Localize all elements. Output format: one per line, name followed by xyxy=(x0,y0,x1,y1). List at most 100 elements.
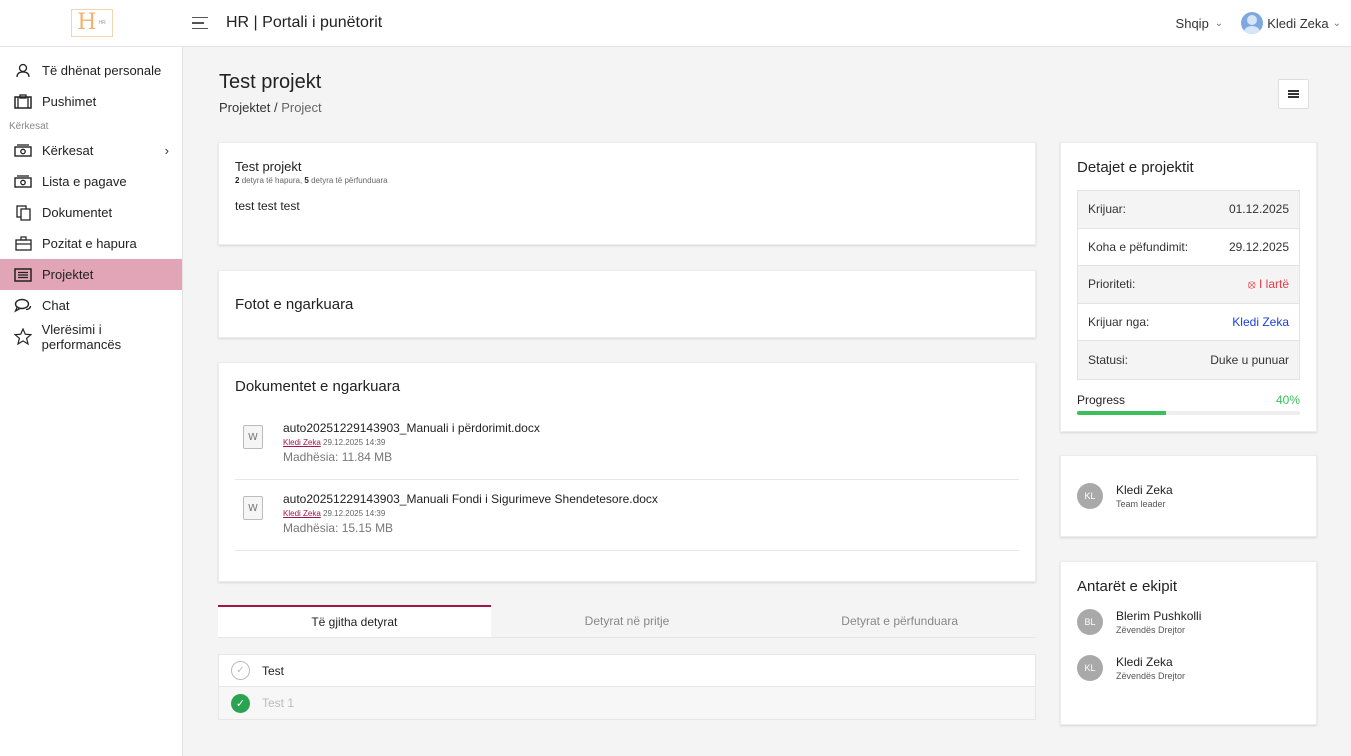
page-title: Test projekt xyxy=(219,71,322,93)
detail-value: 01.12.2025 xyxy=(1228,202,1289,217)
detail-value: Duke u punuar xyxy=(1210,353,1289,368)
person-name: Blerim Pushkolli xyxy=(1116,609,1202,623)
user-menu[interactable]: Kledi Zeka ⌄ xyxy=(1241,12,1341,34)
tab-completed-tasks[interactable]: Detyrat e përfunduara xyxy=(763,605,1036,637)
project-details-card: Detajet e projektit Krijuar: 01.12.2025 … xyxy=(1060,142,1317,432)
sidebar-item-label: Projektet xyxy=(42,267,94,282)
sidebar-item-label: Vlerësimi i performancës xyxy=(41,321,122,352)
sidebar-item-label: Pozitat e hapura xyxy=(42,236,137,251)
sidebar-item-requests[interactable]: Kërkesat › xyxy=(0,135,182,166)
check-circle-filled-icon[interactable]: ✓ xyxy=(231,693,250,713)
breadcrumb-parent[interactable]: Projektet xyxy=(219,100,270,115)
detail-label: Krijuar: xyxy=(1088,202,1127,217)
document-meta: Kledi Zeka 29.12.2025 14:39 xyxy=(283,509,658,518)
document-name[interactable]: auto20251229143903_Manuali i përdorimit.… xyxy=(283,421,540,435)
detail-row-created-by: Krijuar nga: Kledi Zeka xyxy=(1078,304,1299,342)
avatar: BL xyxy=(1077,609,1103,635)
creator-link[interactable]: Kledi Zeka xyxy=(1232,315,1289,329)
detail-label: Krijuar nga: xyxy=(1088,315,1150,330)
detail-row-created: Krijuar: 01.12.2025 xyxy=(1078,191,1299,229)
open-task-count: 2 xyxy=(235,176,240,185)
detail-row-status: Statusi: Duke u punuar xyxy=(1078,341,1299,379)
avatar: KL xyxy=(1077,483,1103,509)
breadcrumb-separator: / xyxy=(273,100,278,115)
sidebar-item-documents[interactable]: Dokumentet xyxy=(0,197,182,228)
chevron-down-icon: ⌄ xyxy=(1332,17,1341,29)
progress-bar xyxy=(1077,410,1300,415)
person-role: Team leader xyxy=(1116,499,1166,509)
document-author-link[interactable]: Kledi Zeka xyxy=(283,438,321,447)
task-label: Test 1 xyxy=(262,696,295,710)
priority-value: ⦻ I lartë xyxy=(1248,277,1289,292)
alert-circle-icon: ⦻ xyxy=(1247,276,1256,291)
money-icon xyxy=(13,173,33,191)
team-members-heading: Antarët e ekipit xyxy=(1077,578,1178,595)
person-name: Kledi Zeka xyxy=(1116,483,1173,497)
team-member[interactable]: BL Blerim Pushkolli Zëvendës Drejtor xyxy=(1077,609,1300,635)
menu-icon xyxy=(1288,90,1299,98)
done-task-label: detyra të përfunduara xyxy=(311,176,388,185)
logo-mark: H HR xyxy=(70,9,113,37)
sidebar-item-personal-data[interactable]: Të dhënat personale xyxy=(0,55,182,86)
uploaded-photos-card: Fotot e ngarkuara xyxy=(218,270,1036,338)
document-name[interactable]: auto20251229143903_Manuali Fondi i Sigur… xyxy=(283,492,658,506)
team-leader-card: KL Kledi Zeka Team leader xyxy=(1060,455,1317,537)
progress-value: 40% xyxy=(1275,392,1300,407)
sidebar-section-requests: Kërkesat xyxy=(9,120,49,132)
team-leader[interactable]: KL Kledi Zeka Team leader xyxy=(1077,483,1173,509)
document-date: 29.12.2025 14:39 xyxy=(323,509,386,518)
sidebar-item-chat[interactable]: Chat xyxy=(0,290,182,321)
task-tabs: Të gjitha detyrat Detyrat në pritje Dety… xyxy=(218,605,1036,638)
document-author-link[interactable]: Kledi Zeka xyxy=(283,509,321,518)
briefcase-open-icon xyxy=(13,235,33,253)
list-item[interactable]: ✓ Test 1 xyxy=(219,687,1035,719)
sidebar-item-open-positions[interactable]: Pozitat e hapura xyxy=(0,228,182,259)
sidebar-item-payroll[interactable]: Lista e pagave xyxy=(0,166,182,197)
person-name: Kledi Zeka xyxy=(1116,655,1173,669)
detail-row-priority: Prioriteti: ⦻ I lartë xyxy=(1078,266,1299,304)
team-member[interactable]: KL Kledi Zeka Zëvendës Drejtor xyxy=(1077,655,1300,681)
uploaded-documents-heading: Dokumentet e ngarkuara xyxy=(235,378,401,395)
person-role: Zëvendës Drejtor xyxy=(1116,671,1186,681)
detail-label: Statusi: xyxy=(1088,353,1129,368)
sidebar-item-label: Pushimet xyxy=(42,94,97,109)
sidebar: Të dhënat personale Pushimet Kërkesat Kë… xyxy=(0,47,183,756)
word-file-icon: W xyxy=(243,496,263,520)
project-task-stats: 2 detyra të hapura, 5 detyra të përfundu… xyxy=(235,176,1019,185)
money-icon xyxy=(13,142,33,160)
avatar xyxy=(1241,12,1264,34)
sidebar-item-leave[interactable]: Pushimet xyxy=(0,86,182,117)
tab-all-tasks[interactable]: Të gjitha detyrat xyxy=(218,605,491,637)
actions-menu-button[interactable] xyxy=(1278,79,1309,109)
briefcase-icon xyxy=(13,93,33,111)
sidebar-item-label: Dokumentet xyxy=(42,205,113,220)
detail-row-deadline: Koha e pëfundimit: 29.12.2025 xyxy=(1078,229,1299,267)
tab-pending-tasks[interactable]: Detyrat në pritje xyxy=(491,605,764,637)
star-icon xyxy=(13,328,33,346)
document-item[interactable]: W auto20251229143903_Manuali i përdorimi… xyxy=(235,409,1019,480)
team-members-card: Antarët e ekipit BL Blerim Pushkolli Zëv… xyxy=(1060,561,1317,725)
list-icon xyxy=(13,266,33,284)
check-circle-icon[interactable]: ✓ xyxy=(231,661,250,680)
language-label: Shqip xyxy=(1175,15,1209,31)
project-summary-card: Test projekt 2 detyra të hapura, 5 detyr… xyxy=(218,142,1036,245)
breadcrumb-current: Project xyxy=(281,100,322,115)
list-item[interactable]: ✓ Test xyxy=(219,655,1035,687)
sidebar-item-performance[interactable]: Vlerësimi i performancës xyxy=(0,321,182,352)
top-bar: H HR HR | Portali i punëtorit Shqip ⌄ Kle… xyxy=(0,0,1351,47)
progress-bar-fill xyxy=(1077,410,1167,415)
menu-toggle-icon[interactable] xyxy=(192,16,210,30)
breadcrumb: Projektet / Project xyxy=(219,100,322,115)
sidebar-item-projects[interactable]: Projektet xyxy=(0,259,182,290)
person-role: Zëvendës Drejtor xyxy=(1116,625,1186,635)
sidebar-item-label: Kërkesat xyxy=(42,143,94,158)
priority-text: I lartë xyxy=(1258,276,1289,291)
logo[interactable]: H HR xyxy=(0,0,183,47)
task-label: Test xyxy=(262,663,285,678)
task-list: ✓ Test ✓ Test 1 xyxy=(218,654,1036,720)
user-name: Kledi Zeka xyxy=(1267,15,1329,31)
language-selector[interactable]: Shqip ⌄ xyxy=(1176,16,1224,31)
detail-label: Prioriteti: xyxy=(1088,277,1136,292)
document-item[interactable]: W auto20251229143903_Manuali Fondi i Sig… xyxy=(235,480,1019,551)
open-task-label: detyra të hapura, xyxy=(241,176,303,185)
